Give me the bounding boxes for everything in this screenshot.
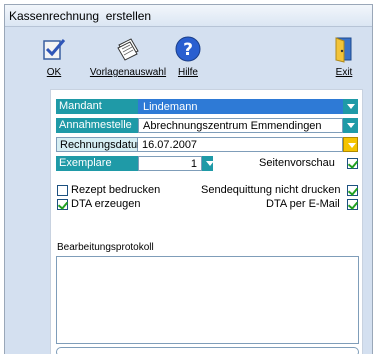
exemplare-spinner-icon[interactable]: [202, 156, 214, 171]
window-title: Kassenrechnung erstellen: [9, 9, 152, 23]
annahmestelle-label: Annahmestelle: [56, 118, 138, 133]
sendequittung-checkbox[interactable]: [347, 185, 358, 196]
protocol-label: Bearbeitungsprotokoll: [57, 242, 154, 253]
hilfe-label: Hilfe: [177, 67, 198, 78]
rechnungsdatum-input[interactable]: 16.07.2007: [138, 137, 343, 152]
dta-email-checkbox[interactable]: [347, 199, 358, 210]
dta-erzeugen-checkbox[interactable]: [57, 199, 68, 210]
exemplare-input[interactable]: 1: [138, 156, 202, 171]
help-icon: ?: [175, 36, 201, 62]
ok-label: OK: [46, 67, 62, 78]
exit-label: Exit: [335, 67, 353, 78]
dialog-window: Kassenrechnung erstellen OK Vorlagenausw…: [4, 4, 373, 354]
title-bar: Kassenrechnung erstellen: [5, 5, 372, 27]
progress-bar: [56, 347, 359, 354]
exit-button[interactable]: Exit: [331, 35, 357, 79]
hilfe-button[interactable]: ? Hilfe: [173, 35, 203, 79]
vorlagenauswahl-button[interactable]: Vorlagenauswahl: [83, 35, 173, 79]
form-panel: Mandant Lindemann Annahmestelle Abrechnu…: [50, 89, 363, 354]
annahmestelle-dropdown-arrow-icon[interactable]: [343, 118, 358, 133]
mandant-label: Mandant: [56, 99, 138, 114]
vorlagenauswahl-label: Vorlagenauswahl: [89, 67, 167, 78]
exemplare-row: Exemplare 1: [56, 156, 216, 171]
mandant-select[interactable]: Lindemann: [138, 99, 343, 114]
seitenvorschau-label: Seitenvorschau: [259, 157, 335, 169]
sendequittung-label: Sendequittung nicht drucken: [201, 184, 341, 196]
rechnungsdatum-label: Rechnungsdatum: [56, 137, 146, 152]
rezept-bedrucken-label: Rezept bedrucken: [71, 184, 161, 196]
ok-button[interactable]: OK: [41, 35, 67, 79]
exemplare-label: Exemplare: [56, 156, 138, 171]
calendar-icon[interactable]: [343, 137, 358, 152]
exit-door-icon: [335, 37, 352, 63]
mandant-row: Mandant Lindemann: [56, 99, 358, 114]
dta-erzeugen-label: DTA erzeugen: [71, 198, 141, 210]
dta-email-label: DTA per E-Mail: [266, 198, 340, 210]
protocol-textarea[interactable]: [56, 256, 359, 344]
annahmestelle-select[interactable]: Abrechnungszentrum Emmendingen: [138, 118, 343, 133]
rechnungsdatum-row: Rechnungsdatum 16.07.2007: [56, 137, 358, 152]
toolbar: OK Vorlagenauswahl ? Hilfe Exit: [5, 27, 372, 83]
svg-text:?: ?: [183, 40, 193, 60]
annahmestelle-row: Annahmestelle Abrechnungszentrum Emmendi…: [56, 118, 358, 133]
seitenvorschau-checkbox[interactable]: [347, 158, 358, 169]
rezept-bedrucken-checkbox[interactable]: [57, 185, 68, 196]
templates-icon: [117, 38, 139, 61]
mandant-dropdown-arrow-icon[interactable]: [343, 99, 358, 114]
checkmark-document-icon: [43, 39, 66, 60]
